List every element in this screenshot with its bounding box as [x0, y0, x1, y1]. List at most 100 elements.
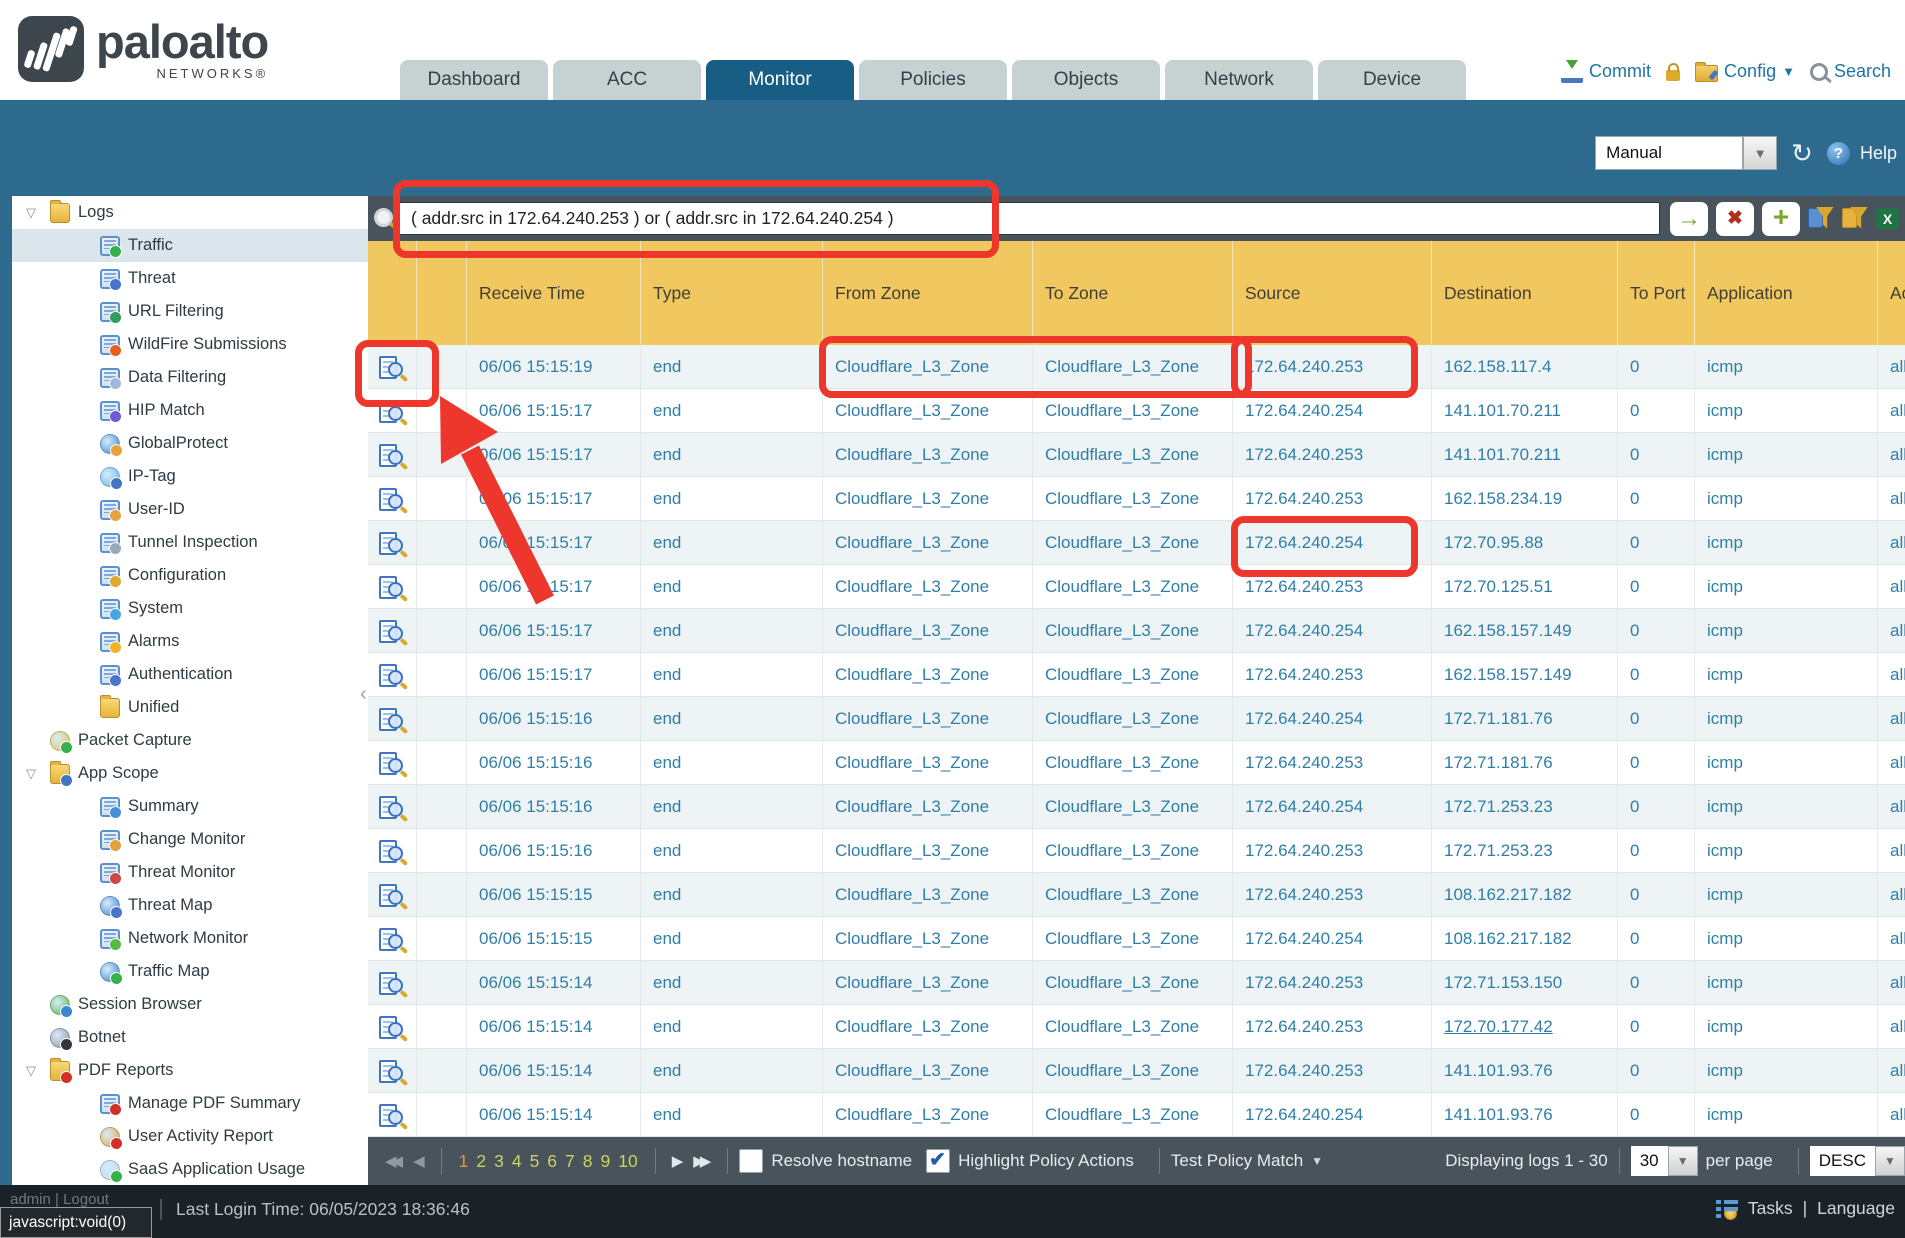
sidebar-item-manage-pdf-summary[interactable]: Manage PDF Summary: [12, 1087, 368, 1120]
sidebar-item-packet-capture[interactable]: Packet Capture: [12, 724, 368, 757]
clear-filter-button[interactable]: ✖: [1716, 202, 1754, 236]
sidebar-item-globalprotect[interactable]: GlobalProtect: [12, 427, 368, 460]
log-detail-icon[interactable]: [379, 575, 405, 599]
tree-expand-icon[interactable]: [26, 766, 50, 782]
sidebar-item-traffic-map[interactable]: Traffic Map: [12, 955, 368, 988]
sidebar-item-data-filtering[interactable]: Data Filtering: [12, 361, 368, 394]
sidebar-item-hip-match[interactable]: HIP Match: [12, 394, 368, 427]
log-detail-icon[interactable]: [379, 1015, 405, 1039]
log-detail-icon[interactable]: [379, 971, 405, 995]
sidebar-item-summary[interactable]: Summary: [12, 790, 368, 823]
commit-button[interactable]: Commit: [1561, 60, 1651, 83]
table-row[interactable]: 06/06 15:15:14 end Cloudflare_L3_Zone Cl…: [368, 1005, 1905, 1049]
table-row[interactable]: 06/06 15:15:16 end Cloudflare_L3_Zone Cl…: [368, 829, 1905, 873]
refresh-icon[interactable]: ↻: [1791, 140, 1813, 166]
page-number[interactable]: 9: [601, 1151, 611, 1172]
table-row[interactable]: 06/06 15:15:16 end Cloudflare_L3_Zone Cl…: [368, 741, 1905, 785]
sidebar-item-network-monitor[interactable]: Network Monitor: [12, 922, 368, 955]
apply-filter-button[interactable]: →: [1670, 202, 1708, 236]
sidebar-item-url-filtering[interactable]: URL Filtering: [12, 295, 368, 328]
cell-destination[interactable]: 141.101.70.211: [1432, 389, 1618, 432]
filter-builder-icon[interactable]: [1808, 207, 1834, 231]
sidebar-item-tunnel-inspection[interactable]: Tunnel Inspection: [12, 526, 368, 559]
table-row[interactable]: 06/06 15:15:17 end Cloudflare_L3_Zone Cl…: [368, 565, 1905, 609]
log-detail-icon[interactable]: [379, 663, 405, 687]
page-number[interactable]: 8: [583, 1151, 593, 1172]
header-type[interactable]: Type: [641, 241, 823, 345]
page-number[interactable]: 3: [494, 1151, 504, 1172]
cell-destination[interactable]: 172.70.125.51: [1432, 565, 1618, 608]
sidebar-item-ip-tag[interactable]: IP-Tag: [12, 460, 368, 493]
tab-policies[interactable]: Policies: [859, 60, 1007, 100]
page-number[interactable]: 6: [547, 1151, 557, 1172]
language-button[interactable]: Language: [1817, 1198, 1895, 1219]
sidebar-item-authentication[interactable]: Authentication: [12, 658, 368, 691]
sidebar-item-threat[interactable]: Threat: [12, 262, 368, 295]
header-destination[interactable]: Destination: [1432, 241, 1618, 345]
test-policy-match-button[interactable]: Test Policy Match ▼: [1171, 1151, 1323, 1171]
highlight-policy-actions-checkbox[interactable]: [926, 1149, 950, 1173]
header-receive-time[interactable]: Receive Time: [467, 241, 641, 345]
sidebar-collapse-handle[interactable]: ‹: [360, 683, 367, 706]
sidebar-item-configuration[interactable]: Configuration: [12, 559, 368, 592]
sidebar-item-user-activity-report[interactable]: User Activity Report: [12, 1120, 368, 1153]
cell-destination[interactable]: 162.158.234.19: [1432, 477, 1618, 520]
sidebar-item-alarms[interactable]: Alarms: [12, 625, 368, 658]
log-detail-icon[interactable]: [379, 399, 405, 423]
per-page-select[interactable]: 30 ▼: [1631, 1146, 1698, 1176]
log-detail-icon[interactable]: [379, 355, 405, 379]
table-row[interactable]: 06/06 15:15:19 end Cloudflare_L3_Zone Cl…: [368, 345, 1905, 389]
log-detail-icon[interactable]: [379, 531, 405, 555]
cell-destination[interactable]: 172.70.95.88: [1432, 521, 1618, 564]
sidebar-item-threat-monitor[interactable]: Threat Monitor: [12, 856, 368, 889]
header-to-zone[interactable]: To Zone: [1033, 241, 1233, 345]
table-row[interactable]: 06/06 15:15:17 end Cloudflare_L3_Zone Cl…: [368, 609, 1905, 653]
sidebar-item-session-browser[interactable]: Session Browser: [12, 988, 368, 1021]
log-detail-icon[interactable]: [379, 839, 405, 863]
table-row[interactable]: 06/06 15:15:15 end Cloudflare_L3_Zone Cl…: [368, 917, 1905, 961]
cell-destination[interactable]: 172.71.253.23: [1432, 829, 1618, 872]
sidebar-item-app-scope[interactable]: App Scope: [12, 757, 368, 790]
cell-destination[interactable]: 162.158.157.149: [1432, 653, 1618, 696]
export-csv-icon[interactable]: X: [1876, 208, 1899, 229]
cell-destination[interactable]: 162.158.157.149: [1432, 609, 1618, 652]
log-detail-icon[interactable]: [379, 1059, 405, 1083]
user-session-links[interactable]: admin | Logout: [10, 1191, 109, 1208]
sidebar-item-change-monitor[interactable]: Change Monitor: [12, 823, 368, 856]
log-detail-icon[interactable]: [379, 707, 405, 731]
first-page-button[interactable]: ◀◀: [385, 1152, 403, 1170]
help-label[interactable]: Help: [1860, 143, 1897, 164]
sidebar-item-threat-map[interactable]: Threat Map: [12, 889, 368, 922]
sidebar-item-unified[interactable]: Unified: [12, 691, 368, 724]
header-application[interactable]: Application: [1695, 241, 1878, 345]
cell-destination[interactable]: 141.101.70.211: [1432, 433, 1618, 476]
log-detail-icon[interactable]: [379, 487, 405, 511]
log-detail-icon[interactable]: [379, 619, 405, 643]
next-page-button[interactable]: ▶: [672, 1152, 684, 1170]
header-source[interactable]: Source: [1233, 241, 1432, 345]
sidebar-item-logs[interactable]: Logs: [12, 196, 368, 229]
cell-destination[interactable]: 172.70.177.42: [1432, 1005, 1618, 1048]
help-icon[interactable]: ?: [1827, 142, 1850, 165]
table-row[interactable]: 06/06 15:15:17 end Cloudflare_L3_Zone Cl…: [368, 389, 1905, 433]
log-detail-icon[interactable]: [379, 751, 405, 775]
load-filter-icon[interactable]: [1842, 207, 1868, 231]
sidebar-item-system[interactable]: System: [12, 592, 368, 625]
cell-destination[interactable]: 162.158.117.4: [1432, 345, 1618, 388]
page-number[interactable]: 5: [530, 1151, 540, 1172]
tab-dashboard[interactable]: Dashboard: [400, 60, 548, 100]
lock-icon[interactable]: [1666, 70, 1680, 81]
table-row[interactable]: 06/06 15:15:17 end Cloudflare_L3_Zone Cl…: [368, 477, 1905, 521]
header-to-port[interactable]: To Port: [1618, 241, 1695, 345]
table-row[interactable]: 06/06 15:15:15 end Cloudflare_L3_Zone Cl…: [368, 873, 1905, 917]
table-row[interactable]: 06/06 15:15:16 end Cloudflare_L3_Zone Cl…: [368, 697, 1905, 741]
page-number[interactable]: 1: [459, 1151, 469, 1172]
tab-device[interactable]: Device: [1318, 60, 1466, 100]
add-filter-button[interactable]: +: [1762, 202, 1800, 236]
sidebar-item-traffic[interactable]: Traffic: [12, 229, 368, 262]
page-number[interactable]: 4: [512, 1151, 522, 1172]
last-page-button[interactable]: ▶▶: [693, 1152, 711, 1170]
tree-expand-icon[interactable]: [26, 1063, 50, 1079]
refresh-mode-select-arrow[interactable]: ▼: [1743, 136, 1777, 170]
table-row[interactable]: 06/06 15:15:17 end Cloudflare_L3_Zone Cl…: [368, 653, 1905, 697]
